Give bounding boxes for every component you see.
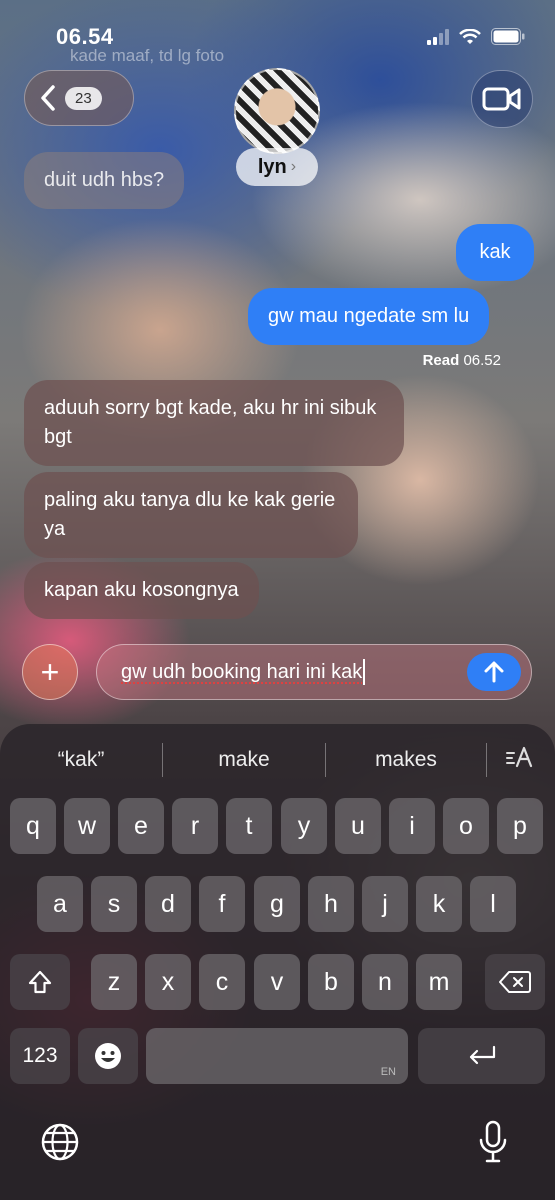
format-text-icon bbox=[506, 746, 533, 768]
add-attachment-button[interactable]: + bbox=[22, 644, 78, 700]
message-bubble-sent[interactable]: gw mau ngedate sm lu bbox=[248, 288, 490, 345]
key-t[interactable]: t bbox=[226, 798, 272, 854]
suggestion-bar: “kak” make makes bbox=[0, 738, 555, 782]
video-camera-icon bbox=[482, 87, 521, 111]
send-arrow-icon bbox=[484, 661, 504, 683]
suggestion-item[interactable]: makes bbox=[326, 748, 486, 772]
key-i[interactable]: i bbox=[389, 798, 435, 854]
key-y[interactable]: y bbox=[281, 798, 327, 854]
suggestion-item[interactable]: make bbox=[163, 748, 325, 772]
message-input[interactable]: gw udh booking hari ini kak bbox=[96, 644, 532, 700]
key-j[interactable]: j bbox=[362, 876, 408, 932]
status-icons bbox=[427, 28, 525, 45]
video-call-button[interactable] bbox=[471, 70, 533, 128]
text-cursor bbox=[363, 659, 366, 685]
signal-icon bbox=[427, 28, 449, 45]
battery-icon bbox=[491, 28, 525, 45]
unread-count-badge: 23 bbox=[65, 86, 102, 110]
contact-avatar[interactable] bbox=[234, 68, 320, 154]
message-bubble-received[interactable]: paling aku tanya dlu ke kak gerie ya bbox=[24, 472, 358, 558]
key-e[interactable]: e bbox=[118, 798, 164, 854]
contact-name: lyn bbox=[257, 155, 287, 178]
key-m[interactable]: m bbox=[416, 954, 462, 1010]
key-n[interactable]: n bbox=[362, 954, 408, 1010]
back-button[interactable]: 23 bbox=[24, 70, 134, 126]
space-key[interactable]: EN bbox=[146, 1028, 408, 1084]
back-chevron-icon bbox=[41, 85, 55, 111]
key-r[interactable]: r bbox=[172, 798, 218, 854]
wifi-icon bbox=[459, 28, 481, 44]
previous-message-preview: kade maaf, td lg foto bbox=[70, 46, 225, 65]
message-bubble-sent[interactable]: kak bbox=[456, 224, 534, 281]
microphone-icon bbox=[479, 1120, 507, 1163]
key-k[interactable]: k bbox=[416, 876, 462, 932]
send-button[interactable] bbox=[467, 653, 521, 691]
key-c[interactable]: c bbox=[199, 954, 245, 1010]
key-l[interactable]: l bbox=[470, 876, 516, 932]
contact-name-button[interactable]: lyn › bbox=[236, 148, 318, 186]
message-bubble-received[interactable]: kapan aku kosongnya bbox=[24, 562, 259, 619]
keyboard-language-label: EN bbox=[380, 1066, 396, 1078]
return-key[interactable] bbox=[418, 1028, 545, 1084]
key-g[interactable]: g bbox=[254, 876, 300, 932]
shift-icon bbox=[28, 970, 52, 994]
globe-button[interactable] bbox=[40, 1122, 80, 1167]
globe-icon bbox=[41, 1123, 79, 1161]
key-s[interactable]: s bbox=[91, 876, 137, 932]
format-text-button[interactable] bbox=[487, 745, 553, 775]
backspace-key[interactable] bbox=[485, 954, 545, 1010]
keyboard: “kak” make makes q w e r t y u i o p a s… bbox=[0, 724, 555, 1200]
key-f[interactable]: f bbox=[199, 876, 245, 932]
message-bubble-received[interactable]: duit udh hbs? bbox=[24, 152, 185, 209]
key-v[interactable]: v bbox=[254, 954, 300, 1010]
key-d[interactable]: d bbox=[145, 876, 191, 932]
message-bubble-received[interactable]: aduuh sorry bgt kade, aku hr ini sibuk b… bbox=[24, 380, 404, 466]
key-w[interactable]: w bbox=[64, 798, 110, 854]
chevron-right-icon: › bbox=[290, 158, 297, 175]
key-x[interactable]: x bbox=[145, 954, 191, 1010]
key-u[interactable]: u bbox=[335, 798, 381, 854]
key-o[interactable]: o bbox=[443, 798, 489, 854]
read-receipt: Read 06.52 bbox=[423, 352, 501, 369]
backspace-icon bbox=[499, 971, 531, 993]
key-p[interactable]: p bbox=[497, 798, 543, 854]
numbers-key[interactable]: 123 bbox=[10, 1028, 70, 1084]
read-label: Read bbox=[422, 352, 460, 369]
suggestion-item[interactable]: “kak” bbox=[0, 748, 162, 772]
key-h[interactable]: h bbox=[308, 876, 354, 932]
message-input-text: gw udh booking hari ini kak bbox=[121, 660, 363, 683]
shift-key[interactable] bbox=[10, 954, 70, 1010]
key-a[interactable]: a bbox=[37, 876, 83, 932]
emoji-icon bbox=[95, 1043, 121, 1069]
key-b[interactable]: b bbox=[308, 954, 354, 1010]
key-z[interactable]: z bbox=[91, 954, 137, 1010]
key-q[interactable]: q bbox=[10, 798, 56, 854]
return-icon bbox=[469, 1045, 495, 1065]
emoji-key[interactable] bbox=[78, 1028, 138, 1084]
dictation-button[interactable] bbox=[478, 1120, 508, 1169]
read-time: 06.52 bbox=[463, 352, 501, 369]
